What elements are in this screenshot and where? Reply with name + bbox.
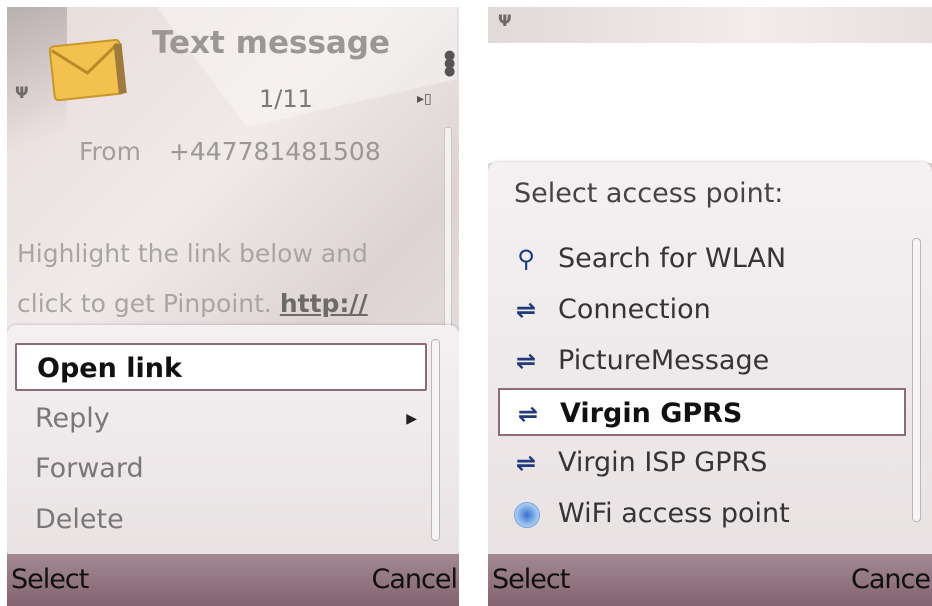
menu-scrollbar[interactable]: [912, 238, 921, 522]
message-counter: 1/11: [259, 85, 313, 113]
menu-item-reply[interactable]: Reply ▶: [15, 395, 427, 443]
access-point-label: Search for WLAN: [558, 243, 787, 274]
next-message-icon[interactable]: ▸▯: [417, 91, 432, 107]
from-label: From: [79, 137, 141, 166]
signal-icon: Ψ: [15, 83, 29, 102]
access-point-label: Virgin GPRS: [560, 398, 743, 429]
connection-icon: ⇌: [515, 296, 537, 324]
menu-item-delete[interactable]: Delete: [15, 496, 427, 544]
access-point-label: WiFi access point: [558, 498, 790, 529]
menu-heading: Select access point:: [514, 178, 784, 209]
menu-item-open-link[interactable]: Open link: [15, 343, 427, 391]
access-point-screen: Ψ Select access point: ⚲ Search for WLAN…: [488, 7, 932, 606]
softkey-bar: Select Cance: [488, 554, 932, 606]
access-point-item-selected[interactable]: ⇌ Virgin GPRS: [498, 388, 906, 436]
battery-icon: ● ● ●: [444, 48, 456, 79]
cancel-softkey[interactable]: Cancel: [372, 564, 458, 595]
access-point-item[interactable]: ⚲ Search for WLAN: [498, 235, 906, 283]
message-body: Highlight the link below and click to ge…: [17, 229, 417, 329]
envelope-icon: [48, 38, 127, 102]
options-menu: Open link Reply ▶ Forward Delete: [7, 325, 459, 559]
access-point-item[interactable]: ⇌ PictureMessage: [498, 337, 906, 385]
page-title: Text message: [152, 25, 391, 61]
connection-icon: ⇌: [515, 347, 537, 375]
cancel-softkey[interactable]: Cance: [851, 564, 931, 595]
menu-scrollbar[interactable]: [431, 339, 440, 541]
access-point-item[interactable]: ⇌ Virgin ISP GPRS: [498, 439, 906, 487]
softkey-bar: Select Cancel: [7, 554, 459, 606]
message-scrollbar[interactable]: [444, 127, 452, 329]
body-line: Highlight the link below and: [17, 239, 368, 268]
access-point-item[interactable]: ⇌ Connection: [498, 286, 906, 334]
status-strip: Ψ: [488, 7, 932, 43]
access-point-item[interactable]: WiFi access point: [498, 490, 906, 538]
access-point-label: Connection: [558, 294, 711, 325]
access-point-label: PictureMessage: [558, 345, 770, 376]
connection-icon: ⇌: [517, 400, 539, 428]
message-link[interactable]: http://: [280, 289, 368, 318]
select-softkey[interactable]: Select: [11, 564, 89, 595]
access-point-label: Virgin ISP GPRS: [558, 447, 768, 478]
message-screen: Ψ Text message 1/11 ● ● ● ▸▯ From +4477814…: [7, 7, 459, 606]
signal-icon: Ψ: [498, 11, 512, 30]
body-line: click to get Pinpoint. http://: [17, 279, 417, 329]
search-wlan-icon: ⚲: [517, 245, 535, 273]
blank-area: [488, 43, 932, 163]
connection-icon: ⇌: [515, 449, 537, 477]
menu-item-forward[interactable]: Forward: [15, 445, 427, 493]
body-text: click to get Pinpoint.: [17, 289, 280, 318]
menu-item-label: Reply: [35, 403, 110, 434]
wifi-icon: [514, 502, 540, 528]
sender-number: +447781481508: [168, 137, 381, 166]
sender-line: From +447781481508: [79, 137, 381, 166]
access-point-menu: Select access point: ⚲ Search for WLAN ⇌…: [488, 162, 932, 562]
select-softkey[interactable]: Select: [492, 564, 570, 595]
submenu-arrow-icon: ▶: [406, 411, 417, 427]
